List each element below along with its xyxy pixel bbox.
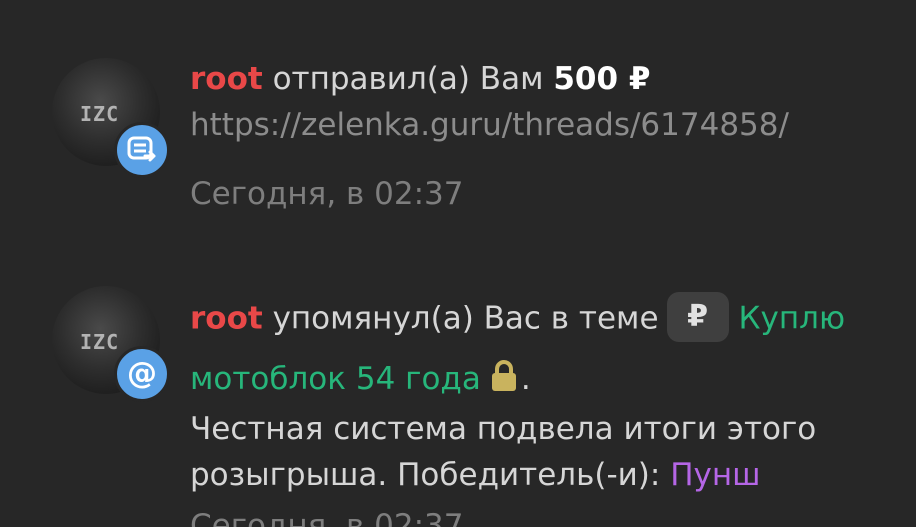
lock-icon	[487, 359, 521, 406]
message-line-1: Честная система подвела итоги этого	[190, 411, 817, 447]
action-text: отправил(а) Вам	[272, 61, 544, 97]
notification-line-1: root упомянул(а) Вас в теме ₽ Куплю	[190, 292, 890, 348]
thread-title-link[interactable]: мотоблок 54 года	[190, 361, 481, 397]
winner-link[interactable]: Пунш	[670, 457, 760, 493]
message-line-2: розыгрыша. Победитель(-и):	[190, 457, 661, 493]
period-text: .	[520, 361, 531, 397]
thread-title-link[interactable]: Куплю	[739, 301, 846, 337]
thread-prefix-badge: ₽	[666, 292, 729, 342]
notification-line-2: мотоблок 54 года .	[190, 356, 890, 406]
notification-feed: IZC root отправил(а) Вам 500 ₽ https://z…	[0, 0, 916, 527]
avatar-logo: IZC	[80, 330, 120, 354]
notification-text: root отправил(а) Вам 500 ₽ https://zelen…	[190, 56, 890, 148]
notification-text: root упомянул(а) Вас в теме ₽ Куплю мотобл…	[190, 292, 890, 498]
avatar-logo: IZC	[80, 102, 120, 126]
timestamp: Сегодня, в 02:37	[190, 176, 464, 212]
username-link[interactable]: root	[190, 301, 263, 337]
timestamp: Сегодня, в 02:37	[190, 508, 464, 527]
username-link[interactable]: root	[190, 61, 263, 97]
transfer-icon	[114, 122, 170, 178]
action-text: упомянул(а) Вас в теме	[272, 300, 659, 337]
at-icon: @	[114, 346, 170, 402]
notification-line-4: розыгрыша. Победитель(-и): Пунш	[190, 452, 890, 498]
amount-value: 500 ₽	[553, 61, 651, 97]
thread-link[interactable]: https://zelenka.guru/threads/6174858/	[190, 102, 890, 148]
